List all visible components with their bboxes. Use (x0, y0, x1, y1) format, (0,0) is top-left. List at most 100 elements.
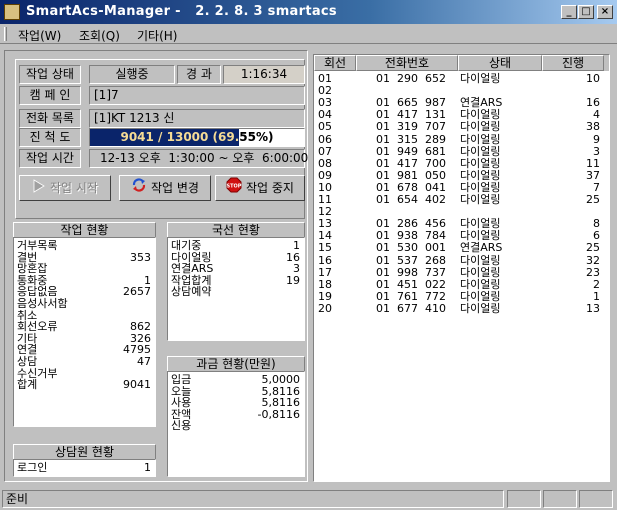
table-row[interactable]: 13 01 286 456 다이얼링 8 (314, 218, 604, 230)
table-row[interactable]: 06 01 315 289 다이얼링 9 (314, 132, 604, 146)
line-table[interactable]: 회선 전화번호 상태 진행 01 01 290 652 다이얼링 10 02 03 01 6… (313, 54, 610, 482)
line-cell: 15 (318, 241, 332, 255)
minimize-button[interactable]: _ (561, 5, 577, 19)
phone-cell: 01 451 022 (376, 277, 446, 291)
table-row[interactable]: 19 01 761 772 다이얼링 1 (314, 289, 604, 303)
header-progress[interactable]: 진행 (542, 55, 604, 71)
table-row[interactable]: 20 01 677 410 다이얼링 13 (314, 301, 604, 315)
phone-cell: 01 981 050 (376, 168, 446, 182)
phonelist-label: 전화 목록 (19, 109, 81, 128)
progress-text: 9041 / 13000 (69.55%) (120, 130, 274, 144)
maximize-button[interactable]: □ (578, 5, 594, 19)
work-status-value: 47 (137, 355, 151, 368)
table-row[interactable]: 02 (314, 85, 604, 97)
line-status-key: 상담예약 (171, 285, 212, 299)
time-label: 작업 시간 (19, 149, 81, 168)
phone-cell: 01 319 707 (376, 120, 446, 134)
state-cell: 다이얼링 (460, 168, 501, 182)
progress-cell: 3 (593, 144, 600, 158)
state-cell: 다이얼링 (460, 132, 501, 146)
table-row[interactable]: 03 01 665 987 연결ARS 16 (314, 97, 604, 109)
phone-cell: 01 654 402 (376, 193, 446, 206)
refresh-icon (131, 177, 147, 201)
phone-cell: 01 315 289 (376, 132, 446, 146)
table-row[interactable]: 08 01 417 700 다이얼링 11 (314, 156, 604, 170)
progress-cell: 1 (593, 289, 600, 303)
svg-text:STOP: STOP (227, 183, 242, 189)
progress-cell: 8 (593, 217, 600, 231)
time-value: 12-13 오후 1:30:00 ~ 오후 6:00:00 (89, 149, 308, 168)
progress-cell: 23 (586, 265, 600, 279)
header-line[interactable]: 회선 (314, 55, 356, 71)
menu-work[interactable]: 작업(W) (18, 27, 61, 44)
table-row[interactable]: 07 01 949 681 다이얼링 3 (314, 144, 604, 158)
line-cell: 07 (318, 144, 332, 158)
phone-cell: 01 761 772 (376, 289, 446, 303)
table-row[interactable]: 11 01 654 402 다이얼링 25 (314, 194, 604, 206)
state-cell: 다이얼링 (460, 265, 501, 279)
state-cell: 다이얼링 (460, 193, 501, 206)
app-icon[interactable] (4, 4, 20, 20)
menu-query[interactable]: 조회(Q) (79, 27, 120, 44)
work-status-value: 2657 (123, 285, 151, 299)
state-cell: 다이얼링 (460, 72, 501, 85)
elapsed-value: 1:16:34 (223, 65, 305, 84)
table-row[interactable]: 14 01 938 784 다이얼링 6 (314, 230, 604, 242)
agent-status-title: 상담원 현황 (13, 444, 156, 460)
state-cell: 다이얼링 (460, 289, 501, 303)
phone-cell: 01 677 410 (376, 301, 446, 315)
campaign-label: 캠 페 인 (19, 86, 81, 105)
table-row[interactable]: 01 01 290 652 다이얼링 10 (314, 73, 604, 85)
progress-cell: 9 (593, 132, 600, 146)
phone-cell: 01 949 681 (376, 144, 446, 158)
start-job-button[interactable]: 작업 시작 (19, 175, 111, 201)
header-state[interactable]: 상태 (458, 55, 542, 71)
table-row[interactable]: 09 01 981 050 다이얼링 37 (314, 168, 604, 182)
progress-cell: 32 (586, 253, 600, 267)
progress-cell: 13 (586, 301, 600, 315)
progress-cell: 10 (586, 72, 600, 85)
phone-cell: 01 290 652 (376, 72, 446, 85)
table-row[interactable]: 10 01 678 041 다이얼링 7 (314, 181, 604, 194)
stop-job-button[interactable]: STOP 작업 중지 (215, 175, 305, 201)
play-icon (32, 177, 46, 201)
table-row[interactable]: 16 01 537 268 다이얼링 32 (314, 253, 604, 267)
menu-etc[interactable]: 기타(H) (137, 27, 177, 44)
table-row[interactable]: 12 (314, 206, 604, 218)
close-button[interactable]: × (597, 5, 613, 19)
line-cell: 09 (318, 168, 332, 182)
table-row[interactable]: 15 01 530 001 연결ARS 25 (314, 242, 604, 254)
line-status-row: 상담예약 (168, 286, 304, 298)
phonelist-value: [1]KT 1213 신 (89, 109, 305, 128)
work-status-title: 작업 현황 (13, 222, 156, 238)
billing-status-key: 신용 (171, 419, 192, 433)
left-panel: 작업 상태 실행중 경 과 1:16:34 캠 페 인 [1]7 전화 목록 [… (4, 50, 308, 482)
phone-cell: 01 537 268 (376, 253, 446, 267)
header-phone[interactable]: 전화번호 (356, 55, 458, 71)
status-value: 실행중 (89, 65, 175, 84)
progress-label: 진 척 도 (19, 128, 81, 147)
table-row[interactable]: 04 01 417 131 다이얼링 4 (314, 109, 604, 121)
table-row[interactable]: 05 01 319 707 다이얼링 38 (314, 121, 604, 133)
elapsed-label: 경 과 (177, 65, 221, 84)
work-status-box: 거부목록 결번 353 망혼잡 통화중 1 응답없음 2657 음성사서함 취소 회선오류 862 기타… (13, 237, 156, 427)
line-cell: 18 (318, 277, 332, 291)
status-bar: 준비 (0, 488, 617, 510)
state-cell: 다이얼링 (460, 253, 501, 267)
work-status-value: 9041 (123, 378, 151, 392)
stop-job-label: 작업 중지 (246, 181, 294, 195)
work-status-row: 합계 9041 (14, 379, 155, 391)
agent-status-value: 1 (144, 461, 151, 474)
title-bar[interactable]: SmartAcs-Manager - 2. 2. 8. 3 smartacs _… (0, 0, 617, 24)
phone-cell: 01 530 001 (376, 241, 446, 255)
progress-cell: 25 (586, 193, 600, 206)
line-cell: 17 (318, 265, 332, 279)
table-row[interactable]: 18 01 451 022 다이얼링 2 (314, 277, 604, 291)
progress-cell: 2 (593, 277, 600, 291)
line-cell: 05 (318, 120, 332, 134)
billing-status-box: 입금 5,0000 오늘 5,8116 사용 5,8116 잔액 -0,8116 신용 (167, 371, 305, 477)
change-job-button[interactable]: 작업 변경 (119, 175, 211, 201)
progress-cell: 11 (586, 156, 600, 170)
table-row[interactable]: 17 01 998 737 다이얼링 23 (314, 265, 604, 279)
progress-cell: 25 (586, 241, 600, 255)
